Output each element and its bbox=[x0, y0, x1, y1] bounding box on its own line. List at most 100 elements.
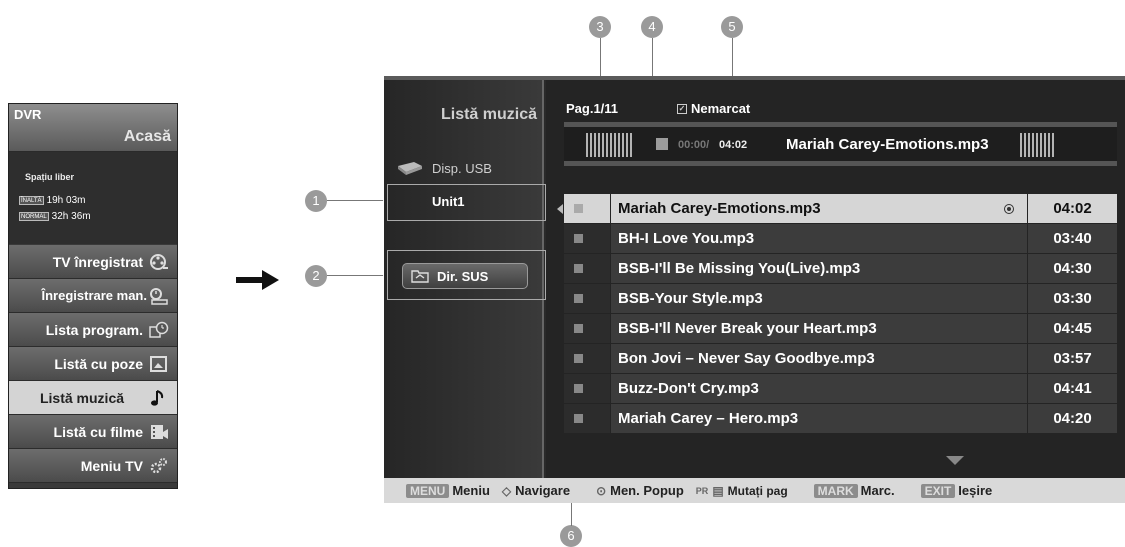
mark-status: ✓ Nemarcat bbox=[677, 101, 750, 116]
page-key-label: PR bbox=[695, 485, 709, 496]
now-playing-title: Mariah Carey-Emotions.mp3 bbox=[786, 136, 989, 153]
menu-item-label: TV înregistrat bbox=[52, 253, 143, 270]
track-list: Mariah Carey-Emotions.mp3 04:02 BH-I Lov… bbox=[557, 194, 1117, 434]
unit-label: Unit1 bbox=[432, 194, 465, 209]
popup-hint: ⊙ Men. Popup bbox=[596, 483, 684, 498]
track-duration: 03:40 bbox=[1028, 224, 1117, 253]
normal-quality-time: 32h 36m bbox=[51, 211, 91, 222]
page-title: Listă muzică bbox=[440, 106, 537, 123]
track-duration: 04:41 bbox=[1028, 374, 1117, 403]
normal-quality-badge: NORMAL bbox=[19, 212, 49, 221]
dvr-header: DVR Acasă bbox=[9, 104, 177, 152]
callout-5: 5 bbox=[721, 16, 743, 38]
track-checkbox[interactable] bbox=[564, 284, 610, 313]
track-row[interactable]: BSB-I'll Be Missing You(Live).mp3 04:30 bbox=[564, 254, 1117, 283]
track-checkbox[interactable] bbox=[564, 344, 610, 373]
unit-selector[interactable]: Unit1 bbox=[387, 184, 546, 221]
menu-item-label: Meniu TV bbox=[80, 457, 143, 474]
music-list-area: Pag.1/11 ✓ Nemarcat 00:00/ 04:02 Mariah … bbox=[546, 80, 1125, 478]
dvr-menu-list: TV înregistrat Înregistrare man. Lista p… bbox=[9, 245, 177, 483]
equalizer-icon bbox=[586, 133, 632, 157]
high-quality-badge: ÎNALTĂ bbox=[19, 196, 44, 205]
track-duration: 04:02 bbox=[1028, 194, 1117, 223]
track-row[interactable]: Mariah Carey-Emotions.mp3 04:02 bbox=[564, 194, 1117, 223]
free-space-label: Spațiu liber bbox=[25, 172, 75, 182]
menu-item-label: Înregistrare man. bbox=[41, 288, 148, 303]
track-name: BSB-I'll Never Break your Heart.mp3 bbox=[611, 314, 1027, 343]
menu-item-music-list[interactable]: Listă muzică bbox=[9, 381, 177, 415]
track-row[interactable]: Bon Jovi – Never Say Goodbye.mp3 03:57 bbox=[564, 344, 1117, 373]
menu-hint-label: Meniu bbox=[452, 483, 490, 498]
track-checkbox[interactable] bbox=[564, 374, 610, 403]
track-checkbox[interactable] bbox=[564, 224, 610, 253]
menu-item-photo-list[interactable]: Listă cu poze bbox=[9, 347, 177, 381]
manual-record-icon bbox=[150, 288, 168, 305]
now-playing-bar: 00:00/ 04:02 Mariah Carey-Emotions.mp3 bbox=[564, 122, 1117, 166]
free-space-section: Spațiu liber ÎNALTĂ 19h 03m NORMAL 32h 3… bbox=[9, 152, 177, 244]
dir-up-button[interactable]: Dir. SUS bbox=[402, 263, 528, 289]
menu-item-recorded-tv[interactable]: TV înregistrat bbox=[9, 245, 177, 279]
gears-icon bbox=[150, 458, 167, 474]
callout-1-line bbox=[327, 200, 389, 201]
track-row[interactable]: Buzz-Don't Cry.mp3 04:41 bbox=[564, 374, 1117, 403]
exit-hint-label: Ieșire bbox=[958, 483, 993, 498]
stop-icon bbox=[656, 138, 668, 150]
high-quality-row: ÎNALTĂ 19h 03m bbox=[19, 195, 85, 206]
mark-hint: MARK Marc. bbox=[813, 483, 895, 498]
track-row[interactable]: Mariah Carey – Hero.mp3 04:20 bbox=[564, 404, 1117, 433]
menu-item-label: Listă muzică bbox=[39, 389, 125, 406]
ok-button-icon: ⊙ bbox=[596, 483, 607, 498]
track-checkbox[interactable] bbox=[564, 314, 610, 343]
track-row[interactable]: BSB-Your Style.mp3 03:30 bbox=[564, 284, 1117, 313]
track-name: BSB-I'll Be Missing You(Live).mp3 bbox=[611, 254, 1027, 283]
arrow-right-icon bbox=[236, 270, 279, 290]
usb-device-label: Disp. USB bbox=[432, 160, 492, 176]
photo-icon bbox=[150, 356, 167, 372]
track-duration: 04:20 bbox=[1028, 404, 1117, 433]
menu-item-tv-menu[interactable]: Meniu TV bbox=[9, 449, 177, 483]
dir-up-area: Dir. SUS bbox=[387, 250, 546, 300]
callout-4: 4 bbox=[641, 16, 663, 38]
playing-indicator-icon bbox=[1004, 204, 1014, 214]
menu-key: MENU bbox=[406, 483, 450, 498]
track-checkbox[interactable] bbox=[564, 404, 610, 433]
usb-drive-icon bbox=[398, 162, 422, 175]
track-row[interactable]: BH-I Love You.mp3 03:40 bbox=[564, 224, 1117, 253]
callout-2: 2 bbox=[305, 265, 327, 287]
track-checkbox[interactable] bbox=[564, 194, 610, 223]
film-reel-icon bbox=[150, 254, 168, 270]
track-name: Mariah Carey-Emotions.mp3 bbox=[611, 194, 1027, 223]
scroll-down-icon[interactable] bbox=[946, 456, 964, 465]
high-quality-time: 19h 03m bbox=[46, 195, 86, 206]
page-rocker-icon: ▤ bbox=[712, 483, 724, 498]
track-name: Bon Jovi – Never Say Goodbye.mp3 bbox=[611, 344, 1027, 373]
menu-item-manual-record[interactable]: Înregistrare man. bbox=[9, 279, 177, 313]
navigation-column: Listă muzică Disp. USB Unit1 Dir. SUS bbox=[384, 80, 546, 478]
menu-hint: MENU Meniu bbox=[406, 483, 490, 498]
mark-status-label: Nemarcat bbox=[691, 101, 751, 116]
menu-item-label: Listă cu poze bbox=[54, 355, 143, 372]
exit-hint: EXIT Ieșire bbox=[920, 483, 993, 498]
track-name: BH-I Love You.mp3 bbox=[611, 224, 1027, 253]
equalizer-icon bbox=[1020, 133, 1054, 157]
navigate-hint-label: Navigare bbox=[515, 483, 571, 498]
page-indicator: Pag.1/11 bbox=[566, 101, 619, 116]
track-checkbox[interactable] bbox=[564, 254, 610, 283]
checkbox-icon: ✓ bbox=[677, 103, 687, 114]
normal-quality-row: NORMAL 32h 36m bbox=[19, 211, 91, 222]
mark-key: MARK bbox=[813, 483, 858, 498]
menu-item-label: Lista program. bbox=[45, 321, 143, 338]
mark-hint-label: Marc. bbox=[860, 483, 895, 498]
page-move-hint-label: Mutați pag bbox=[727, 483, 788, 498]
menu-item-schedule-list[interactable]: Lista program. bbox=[9, 313, 177, 347]
track-name: Buzz-Don't Cry.mp3 bbox=[611, 374, 1027, 403]
usb-device-row[interactable]: Disp. USB bbox=[396, 160, 492, 176]
track-row[interactable]: BSB-I'll Never Break your Heart.mp3 04:4… bbox=[564, 314, 1117, 343]
track-duration: 03:30 bbox=[1028, 284, 1117, 313]
dvr-home-label: Acasă bbox=[123, 128, 171, 145]
menu-item-movie-list[interactable]: Listă cu filme bbox=[9, 415, 177, 449]
bottom-help-bar: MENU Meniu ◇ Navigare ⊙ Men. Popup PR ▤ … bbox=[384, 478, 1125, 503]
menu-item-label: Listă cu filme bbox=[53, 423, 143, 440]
page-move-hint: PR ▤ Mutați pag bbox=[696, 484, 788, 498]
folder-up-icon bbox=[411, 270, 429, 283]
